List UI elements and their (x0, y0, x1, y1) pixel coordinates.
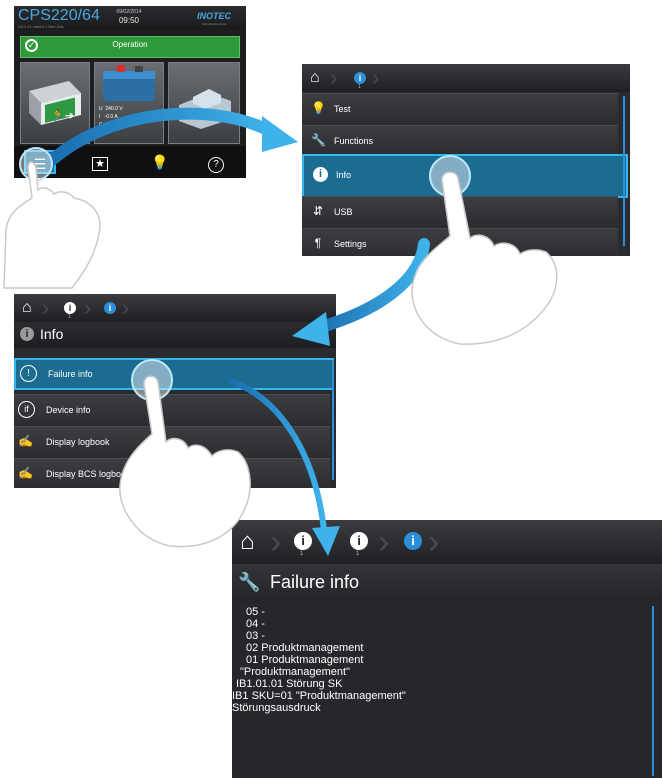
hand-pointer-3 (119, 375, 251, 548)
hand-pointer-2 (411, 171, 558, 345)
hand-pointer-1 (3, 161, 101, 289)
arrow-head-3 (312, 526, 340, 556)
arrow-head-1 (262, 116, 298, 152)
flow-arrow-1 (46, 107, 278, 166)
flow-arrow-2 (312, 238, 430, 334)
arrow-head-2 (292, 312, 330, 346)
flow-arrows-overlay (3, 107, 558, 556)
